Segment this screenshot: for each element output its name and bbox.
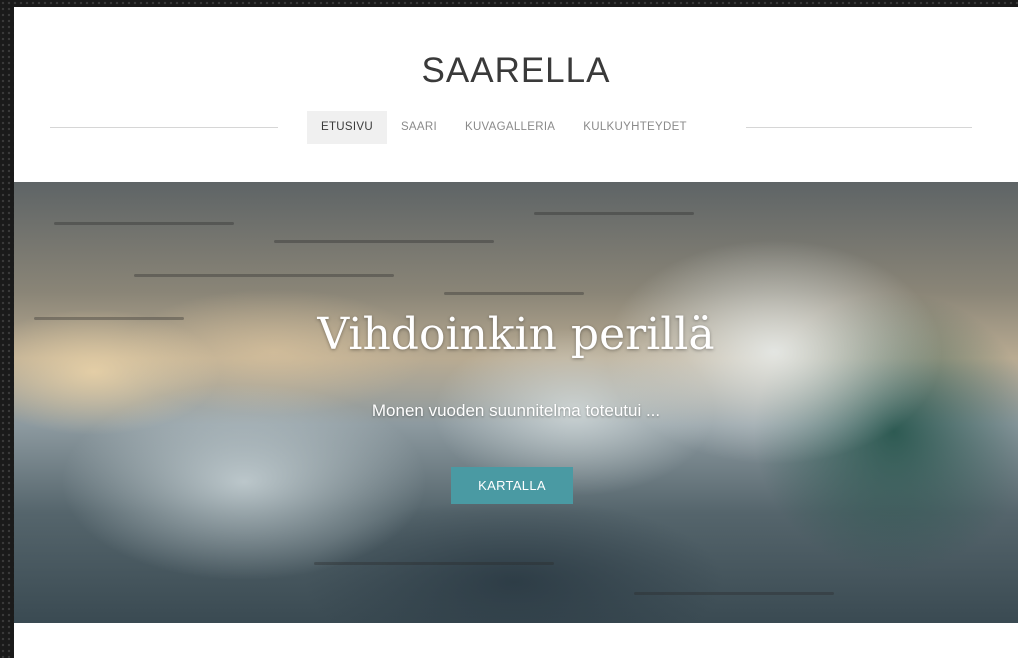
- wave-streak: [634, 592, 834, 595]
- wave-streak: [134, 274, 394, 277]
- nav-divider-right: [746, 127, 972, 128]
- hero-subtitle: Monen vuoden suunnitelma toteutui ...: [371, 401, 661, 420]
- wave-streak: [444, 292, 584, 295]
- wave-streak: [314, 562, 554, 565]
- hero-title: Vihdoinkin perillä: [317, 309, 715, 360]
- wave-streak: [534, 212, 694, 215]
- nav-item-etusivu[interactable]: ETUSIVU: [307, 111, 387, 144]
- nav-item-kuvagalleria[interactable]: KUVAGALLERIA: [451, 111, 569, 144]
- wave-streak: [274, 240, 494, 243]
- wave-streak: [54, 222, 234, 225]
- site-title[interactable]: SAARELLA: [14, 51, 1018, 91]
- web-page: SAARELLA ETUSIVU SAARI KUVAGALLERIA KULK…: [14, 7, 1018, 658]
- kartalla-button[interactable]: KARTALLA: [451, 467, 573, 504]
- nav-item-saari[interactable]: SAARI: [387, 111, 451, 144]
- main-navigation: ETUSIVU SAARI KUVAGALLERIA KULKUYHTEYDET: [307, 111, 701, 144]
- nav-divider-left: [50, 127, 278, 128]
- hero-banner-sea-waves-image: Vihdoinkin perillä Monen vuoden suunnite…: [14, 182, 1018, 623]
- nav-item-kulkuyhteydet[interactable]: KULKUYHTEYDET: [569, 111, 701, 144]
